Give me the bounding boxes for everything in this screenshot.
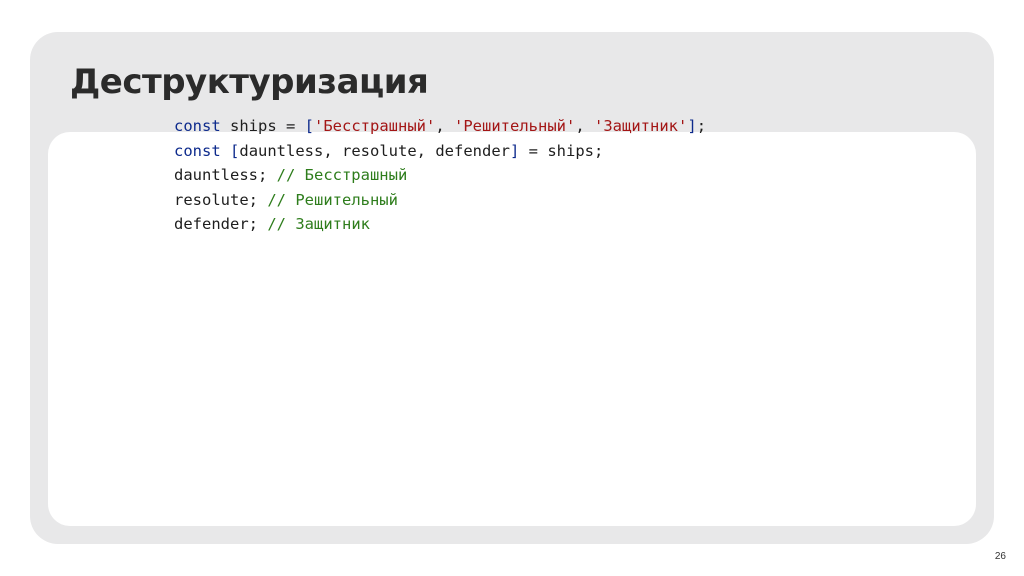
code-token: dauntless, resolute, defender: [239, 141, 510, 160]
code-token: // Защитник: [267, 215, 370, 233]
slide-title: Деструктуризация: [70, 62, 429, 102]
code-token: resolute;: [174, 190, 268, 209]
code-token: // Решительный: [267, 190, 398, 209]
code-token: 'Решительный': [454, 117, 576, 135]
code-token: 'Защитник': [594, 117, 688, 135]
code-token: [: [304, 117, 315, 135]
code-line-5: defender; // Защитник: [174, 212, 706, 237]
page-number: 26: [994, 551, 1006, 562]
code-line-2: const [dauntless, resolute, defender] = …: [174, 139, 706, 164]
code-token: ;: [696, 117, 707, 135]
code-token: const: [174, 141, 221, 160]
code-token: const: [174, 117, 221, 135]
code-token: ships =: [220, 117, 305, 135]
code-line-3: dauntless; // Бесстрашный: [174, 163, 706, 188]
code-token: defender;: [174, 215, 268, 233]
code-token: ,: [575, 117, 595, 135]
code-line-1: const ships = ['Бесстрашный', 'Решительн…: [174, 114, 706, 139]
code-token: ,: [435, 117, 455, 135]
code-token: // Бесстрашный: [276, 166, 408, 184]
code-token: 'Бесстрашный': [314, 117, 436, 135]
code-token: [: [230, 141, 240, 160]
code-token: ]: [509, 141, 520, 160]
code-line-4: resolute; // Решительный: [174, 188, 706, 213]
code-block: const ships = ['Бесстрашный', 'Решительн…: [174, 114, 706, 237]
code-token: dauntless;: [174, 166, 277, 184]
code-token: ]: [687, 117, 697, 135]
slide-panel: Деструктуризация: [30, 32, 994, 544]
code-token: = ships;: [519, 141, 604, 160]
